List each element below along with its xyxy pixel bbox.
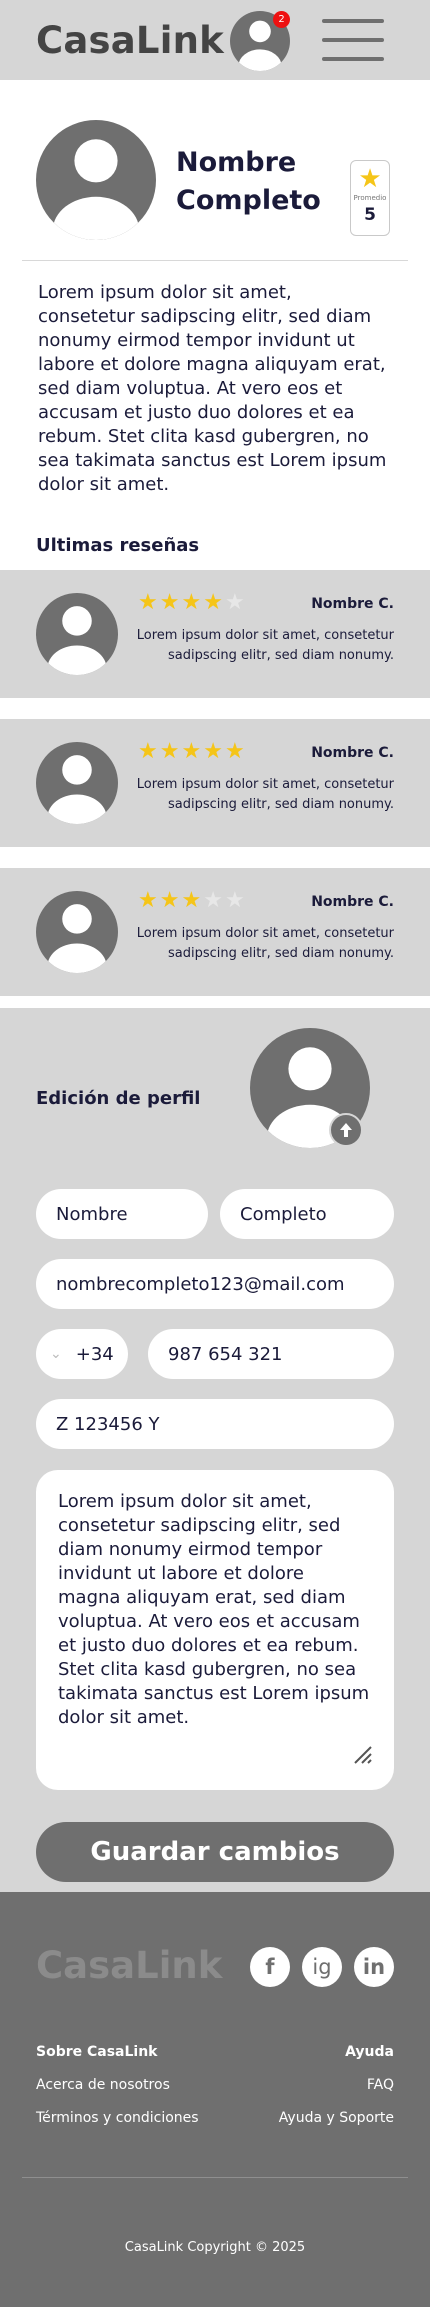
footer: CasaLink f ig in Sobre CasaLink Acerca d… — [0, 1892, 430, 2307]
reviewer-name: Nombre C. — [311, 745, 394, 761]
star-filled-icon: ★ — [181, 590, 204, 615]
help-heading: Ayuda — [345, 2044, 394, 2060]
star-filled-icon: ★ — [138, 590, 160, 615]
description-value: Lorem ipsum dolor sit amet, consetetur s… — [58, 1491, 370, 1728]
review-stars: ★★★★★ — [138, 739, 247, 764]
reviewer-avatar — [36, 593, 118, 675]
star-filled-icon: ★ — [159, 888, 182, 913]
instagram-icon[interactable]: ig — [302, 1947, 342, 1987]
faq-link[interactable]: FAQ — [367, 2077, 394, 2093]
profile-summary: Nombre Completo ★ Promedio 5 — [0, 80, 430, 260]
reviewer-avatar — [36, 742, 118, 824]
save-changes-button[interactable]: Guardar cambios — [36, 1822, 394, 1882]
last-name-field[interactable]: Completo — [220, 1189, 394, 1239]
star-filled-icon: ★ — [138, 888, 160, 913]
reviewer-avatar — [36, 891, 118, 973]
menu-icon[interactable] — [322, 19, 384, 61]
id-number-value: Z 123456 Y — [56, 1413, 160, 1435]
star-filled-icon: ★ — [159, 590, 182, 615]
review-stars: ★★★★★ — [138, 590, 247, 615]
user-silhouette-icon — [47, 606, 107, 675]
star-filled-icon: ★ — [159, 739, 182, 764]
review-card: ★★★★★ Nombre C. Lorem ipsum dolor sit am… — [0, 719, 430, 847]
terms-link[interactable]: Términos y condiciones — [36, 2110, 199, 2126]
star-filled-icon: ★ — [181, 739, 204, 764]
rating-label: Promedio — [353, 194, 387, 202]
first-name-value: Nombre — [56, 1203, 128, 1225]
first-name-field[interactable]: Nombre — [36, 1189, 208, 1239]
resize-handle-icon[interactable] — [352, 1744, 372, 1764]
logo[interactable]: CasaLink — [36, 19, 224, 62]
phone-field[interactable]: 987 654 321 — [148, 1329, 394, 1379]
linkedin-icon[interactable]: in — [354, 1947, 394, 1987]
review-stars: ★★★★★ — [138, 888, 247, 913]
id-number-field[interactable]: Z 123456 Y — [36, 1399, 394, 1449]
star-icon: ★ — [358, 164, 382, 194]
rating-value: 5 — [364, 205, 376, 225]
phone-value: 987 654 321 — [168, 1343, 283, 1365]
footer-logo[interactable]: CasaLink — [36, 1944, 222, 1987]
support-link[interactable]: Ayuda y Soporte — [279, 2110, 394, 2126]
email-value: nombrecompleto123@mail.com — [56, 1273, 345, 1295]
reviews-list: ★★★★★ Nombre C. Lorem ipsum dolor sit am… — [0, 570, 430, 996]
user-silhouette-icon — [47, 755, 107, 824]
user-silhouette-icon — [47, 904, 107, 973]
phone-prefix-select[interactable]: ⌄ +34 — [36, 1329, 128, 1379]
chevron-down-icon: ⌄ — [50, 1346, 62, 1362]
review-text: Lorem ipsum dolor sit amet, consetetur s… — [136, 926, 394, 961]
about-heading: Sobre CasaLink — [36, 2044, 158, 2060]
profile-bio: Lorem ipsum dolor sit amet, consetetur s… — [38, 282, 387, 495]
reviewer-name: Nombre C. — [311, 596, 394, 612]
about-us-link[interactable]: Acerca de nosotros — [36, 2077, 170, 2093]
facebook-icon[interactable]: f — [250, 1947, 290, 1987]
profile-avatar — [36, 120, 156, 240]
edit-profile-title: Edición de perfil — [36, 1088, 201, 1109]
review-text: Lorem ipsum dolor sit amet, consetetur s… — [136, 777, 394, 812]
star-filled-icon: ★ — [203, 739, 225, 764]
star-filled-icon: ★ — [138, 739, 160, 764]
edit-profile-section: Edición de perfil Nombre Completo nombre… — [0, 1008, 430, 1892]
star-filled-icon: ★ — [203, 590, 225, 615]
star-filled-icon: ★ — [181, 888, 204, 913]
review-card: ★★★★★ Nombre C. Lorem ipsum dolor sit am… — [0, 570, 430, 698]
star-empty-icon: ★ — [203, 888, 225, 913]
notification-badge: 2 — [273, 11, 290, 28]
average-rating-box: ★ Promedio 5 — [350, 160, 390, 236]
profile-name: Nombre Completo — [176, 147, 321, 216]
star-empty-icon: ★ — [224, 590, 247, 615]
copyright: CasaLink Copyright © 2025 — [124, 2240, 306, 2255]
user-silhouette-icon — [52, 139, 140, 240]
upload-photo-button[interactable] — [329, 1113, 363, 1147]
last-name-value: Completo — [240, 1203, 327, 1225]
review-card: ★★★★★ Nombre C. Lorem ipsum dolor sit am… — [0, 868, 430, 996]
top-header: CasaLink 2 — [0, 0, 430, 80]
footer-divider — [22, 2177, 408, 2178]
phone-prefix-value: +34 — [75, 1343, 114, 1365]
reviews-title: Ultimas reseñas — [36, 535, 200, 556]
review-text: Lorem ipsum dolor sit amet, consetetur s… — [136, 628, 394, 663]
star-empty-icon: ★ — [224, 888, 247, 913]
star-filled-icon: ★ — [224, 739, 247, 764]
email-field[interactable]: nombrecompleto123@mail.com — [36, 1259, 394, 1309]
arrow-up-icon — [340, 1123, 352, 1137]
description-textarea[interactable]: Lorem ipsum dolor sit amet, consetetur s… — [36, 1470, 394, 1790]
reviewer-name: Nombre C. — [311, 894, 394, 910]
